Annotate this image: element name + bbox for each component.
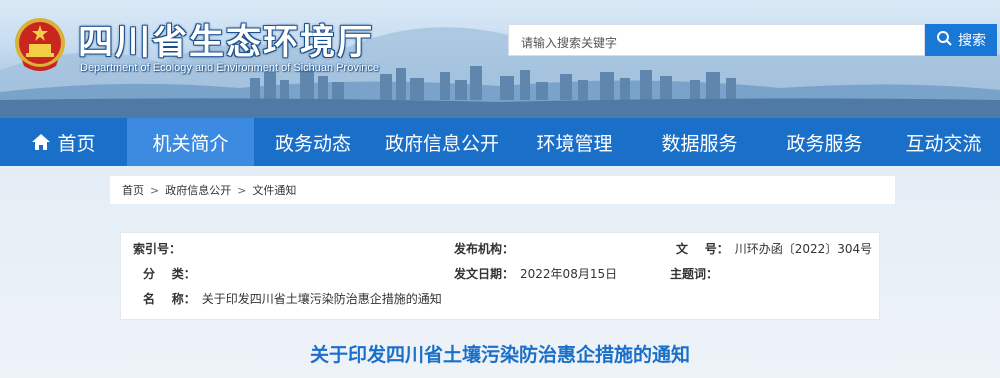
breadcrumb-gov-info-link[interactable]: 政府信息公开 xyxy=(165,182,231,198)
meta-topic: 主题词： xyxy=(670,265,724,282)
nav-item-home[interactable]: 首页 xyxy=(0,118,127,166)
meta-name: 名 称： 关于印发四川省土壤污染防治惠企措施的通知 xyxy=(143,290,442,307)
meta-topic-label: 主题词： xyxy=(670,267,719,281)
meta-category: 分 类： xyxy=(143,265,202,282)
breadcrumb: 首页 > 政府信息公开 > 文件通知 xyxy=(110,176,895,204)
search-icon xyxy=(936,30,952,50)
meta-category-label: 分 类： xyxy=(143,267,196,281)
meta-index: 索引号： xyxy=(133,240,187,257)
nav-item-env-mgmt[interactable]: 环境管理 xyxy=(512,118,637,166)
meta-name-label: 名 称： xyxy=(143,292,196,306)
meta-date-label: 发文日期： xyxy=(454,267,515,281)
article-title: 关于印发四川省土壤污染防治惠企措施的通知 xyxy=(309,344,690,366)
meta-publisher-label: 发布机构： xyxy=(454,242,515,256)
nav-item-gov-services[interactable]: 政务服务 xyxy=(762,118,887,166)
nav-item-news[interactable]: 政务动态 xyxy=(254,118,372,166)
national-emblem-icon xyxy=(12,16,68,74)
meta-doc-number-label: 文 号： xyxy=(676,242,729,256)
meta-index-label: 索引号： xyxy=(133,242,182,256)
nav-item-interaction[interactable]: 互动交流 xyxy=(887,118,1000,166)
search-button[interactable]: 搜索 xyxy=(925,24,997,56)
breadcrumb-home-link[interactable]: 首页 xyxy=(122,182,144,198)
search-button-label: 搜索 xyxy=(958,33,986,49)
meta-doc-number: 文 号： 川环办函〔2022〕304号 xyxy=(676,240,872,257)
breadcrumb-separator: > xyxy=(237,183,247,197)
meta-date: 发文日期： 2022年08月15日 xyxy=(454,265,617,282)
breadcrumb-file-notice-link[interactable]: 文件通知 xyxy=(252,182,296,198)
site-subtitle: Department of Ecology and Environment of… xyxy=(80,62,379,74)
nav-item-gov-info[interactable]: 政府信息公开 xyxy=(372,118,512,166)
nav-item-data-services[interactable]: 数据服务 xyxy=(637,118,762,166)
nav-item-label: 首页 xyxy=(57,132,96,155)
header-banner: 四川省生态环境厅 Department of Ecology and Envir… xyxy=(0,0,1000,118)
main-nav: 首页 机关简介 政务动态 政府信息公开 环境管理 数据服务 政务服务 互动交流 xyxy=(0,118,1000,166)
meta-date-value: 2022年08月15日 xyxy=(520,267,618,281)
document-meta-card: 索引号： 发布机构： 文 号： 川环办函〔2022〕304号 分 类： 发文日期… xyxy=(120,232,880,320)
search-input[interactable]: 请输入搜索关键字 xyxy=(508,24,925,56)
meta-name-value: 关于印发四川省土壤污染防治惠企措施的通知 xyxy=(201,292,442,306)
meta-doc-number-value: 川环办函〔2022〕304号 xyxy=(734,242,873,256)
nav-item-about[interactable]: 机关简介 xyxy=(127,118,254,166)
breadcrumb-separator: > xyxy=(150,183,160,197)
site-title: 四川省生态环境厅 xyxy=(78,22,375,63)
meta-publisher: 发布机构： xyxy=(454,240,520,257)
home-icon xyxy=(31,133,51,151)
